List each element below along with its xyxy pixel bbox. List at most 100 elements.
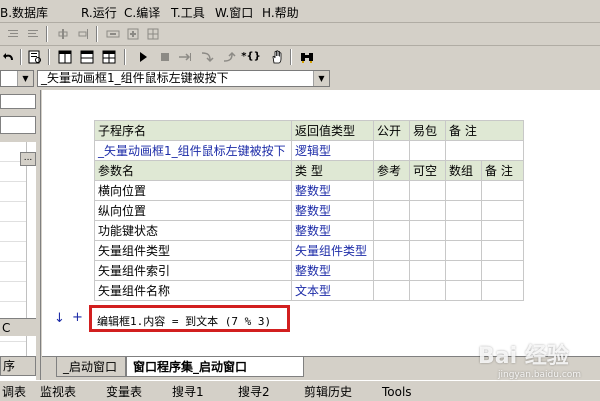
param-cell[interactable] [409, 200, 446, 221]
chevron-down-icon[interactable]: ▼ [17, 71, 33, 86]
table-row[interactable]: 纵向位置 整数型 [94, 200, 524, 221]
indent-right-icon[interactable] [24, 26, 42, 42]
panel-dropdown[interactable] [0, 116, 36, 134]
param-type[interactable]: 矢量组件类型 [291, 240, 374, 261]
param-cell[interactable] [373, 200, 410, 221]
layout-cols-icon[interactable] [56, 49, 74, 65]
param-type[interactable]: 整数型 [291, 220, 374, 241]
public-flag[interactable] [373, 140, 410, 161]
param-name[interactable]: 横向位置 [94, 180, 292, 201]
tab-window-assembly[interactable]: 窗口程序集_启动窗口 [126, 357, 304, 377]
table-row[interactable]: 功能键状态 整数型 [94, 220, 524, 241]
param-name[interactable]: 矢量组件类型 [94, 240, 292, 261]
param-cell[interactable] [481, 200, 524, 221]
bottom-tab-search2[interactable]: 搜寻2 [238, 383, 270, 401]
property-row[interactable] [0, 242, 26, 262]
run-icon[interactable] [134, 49, 152, 65]
grid-add-icon[interactable] [124, 26, 142, 42]
indent-left-icon[interactable] [4, 26, 22, 42]
menu-item-window[interactable]: W.窗口 [215, 4, 253, 21]
undo-icon[interactable] [0, 49, 18, 65]
bottom-tab-tools[interactable]: Tools [382, 383, 412, 401]
easy-pkg-flag[interactable] [409, 140, 446, 161]
param-cell[interactable] [445, 240, 482, 261]
menu-item-database[interactable]: B.数据库 [0, 4, 48, 21]
menu-item-compile[interactable]: C.编译 [124, 4, 160, 21]
param-name[interactable]: 矢量组件名称 [94, 280, 292, 301]
stop-icon[interactable] [156, 49, 174, 65]
menu-item-help[interactable]: H.帮助 [262, 4, 299, 21]
param-cell[interactable] [373, 180, 410, 201]
bottom-tab-variables[interactable]: 变量表 [106, 383, 142, 401]
param-cell[interactable] [481, 280, 524, 301]
bottom-tab-partial[interactable]: 调表 [2, 383, 26, 401]
event-combo[interactable]: _矢量动画框1_组件鼠标左键被按下 ▼ [37, 70, 330, 87]
param-cell[interactable] [481, 240, 524, 261]
binoculars-icon[interactable] [298, 49, 316, 65]
param-cell[interactable] [409, 180, 446, 201]
object-combo[interactable]: ▼ [0, 70, 34, 87]
return-type[interactable]: 逻辑型 [291, 140, 374, 161]
param-name[interactable]: 功能键状态 [94, 220, 292, 241]
param-cell[interactable] [373, 240, 410, 261]
hand-icon[interactable] [268, 49, 286, 65]
stretch-h-icon[interactable] [104, 26, 122, 42]
param-type[interactable]: 整数型 [291, 200, 374, 221]
panel-tab-c[interactable]: C [0, 318, 36, 336]
param-cell[interactable] [373, 220, 410, 241]
param-cell[interactable] [373, 260, 410, 281]
param-cell[interactable] [445, 180, 482, 201]
param-cell[interactable] [481, 260, 524, 281]
layout-grid-icon[interactable] [100, 49, 118, 65]
param-cell[interactable] [445, 200, 482, 221]
layout-rows-icon[interactable] [78, 49, 96, 65]
param-name[interactable]: 矢量组件索引 [94, 260, 292, 281]
step-over-icon[interactable] [176, 49, 194, 65]
ellipsis-button[interactable]: ... [20, 152, 36, 166]
panel-tab-order[interactable]: 序 [0, 356, 36, 376]
param-cell[interactable] [445, 280, 482, 301]
step-out-icon[interactable] [220, 49, 238, 65]
table-row[interactable]: 横向位置 整数型 [94, 180, 524, 201]
tab-start-window[interactable]: _启动窗口 [56, 357, 126, 377]
property-row[interactable] [0, 202, 26, 222]
param-cell[interactable] [373, 280, 410, 301]
param-cell[interactable] [409, 280, 446, 301]
bottom-tab-watch[interactable]: 监视表 [40, 383, 76, 401]
step-into-icon[interactable] [198, 49, 216, 65]
param-type[interactable]: 整数型 [291, 180, 374, 201]
param-type[interactable]: 文本型 [291, 280, 374, 301]
property-row[interactable] [0, 222, 26, 242]
align-center-icon[interactable] [54, 26, 72, 42]
param-cell[interactable] [445, 220, 482, 241]
panel-header-field[interactable] [0, 94, 36, 109]
subroutine-name[interactable]: _矢量动画框1_组件鼠标左键被按下 [94, 140, 292, 161]
param-cell[interactable] [409, 220, 446, 241]
param-cell[interactable] [409, 240, 446, 261]
param-type[interactable]: 整数型 [291, 260, 374, 281]
property-row[interactable] [0, 282, 26, 302]
param-cell[interactable] [409, 260, 446, 281]
menu-item-tools[interactable]: T.工具 [171, 4, 205, 21]
remark[interactable] [445, 140, 524, 161]
table-row[interactable]: 矢量组件类型 矢量组件类型 [94, 240, 524, 261]
bottom-tab-clip-history[interactable]: 剪辑历史 [304, 383, 352, 401]
braces-icon[interactable]: *{} [240, 49, 262, 65]
param-cell[interactable] [481, 180, 524, 201]
menu-item-run[interactable]: R.运行 [81, 4, 117, 21]
param-name[interactable]: 纵向位置 [94, 200, 292, 221]
property-row[interactable] [0, 262, 26, 282]
bottom-tab-search1[interactable]: 搜寻1 [172, 383, 204, 401]
preview-icon[interactable] [26, 49, 44, 65]
table-row[interactable]: 矢量组件名称 文本型 [94, 280, 524, 301]
table-row[interactable]: _矢量动画框1_组件鼠标左键被按下 逻辑型 [94, 140, 524, 161]
code-line[interactable]: 编辑框1.内容 = 到文本 (7 % 3) [97, 313, 271, 329]
grid-grid-icon[interactable] [144, 26, 162, 42]
table-row[interactable]: 矢量组件索引 整数型 [94, 260, 524, 281]
param-cell[interactable] [445, 260, 482, 281]
param-cell[interactable] [481, 220, 524, 241]
align-right-icon[interactable] [74, 26, 92, 42]
chevron-down-icon[interactable]: ▼ [313, 71, 329, 86]
add-line-icon[interactable]: + [72, 310, 83, 325]
property-row[interactable] [0, 182, 26, 202]
